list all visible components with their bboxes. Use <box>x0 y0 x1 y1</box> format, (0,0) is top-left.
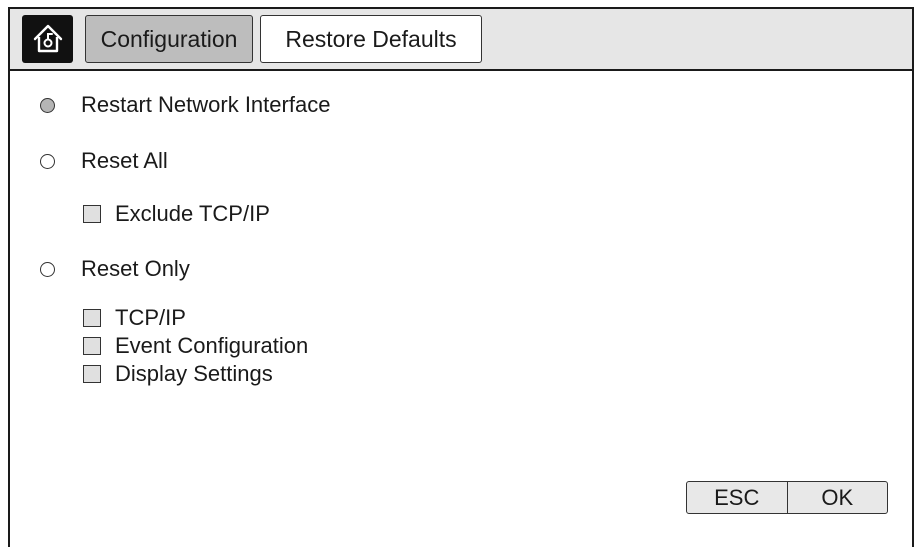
checkbox-label: Display Settings <box>115 361 273 386</box>
radio-reset-only[interactable] <box>40 261 55 277</box>
radio-restart-network[interactable] <box>40 97 55 113</box>
checkbox-box[interactable] <box>83 205 101 223</box>
header-bar: Configuration Restore Defaults <box>10 9 912 71</box>
option-label: Reset Only <box>81 256 190 281</box>
option-reset-all[interactable]: Reset All <box>40 148 168 174</box>
option-label: Restart Network Interface <box>81 92 331 117</box>
radio-reset-all[interactable] <box>40 153 55 169</box>
checkbox-event-configuration[interactable]: Event Configuration <box>83 333 308 359</box>
checkbox-label: Exclude TCP/IP <box>115 201 270 226</box>
tab-restore-defaults[interactable]: Restore Defaults <box>260 15 482 63</box>
footer-button-group: ESC OK <box>686 481 888 514</box>
home-button[interactable] <box>22 15 73 63</box>
option-restart-network-interface[interactable]: Restart Network Interface <box>40 92 330 118</box>
tab-configuration[interactable]: Configuration <box>85 15 253 63</box>
option-reset-only[interactable]: Reset Only <box>40 256 190 282</box>
checkbox-label: TCP/IP <box>115 305 186 330</box>
checkbox-box[interactable] <box>83 365 101 383</box>
checkbox-tcpip[interactable]: TCP/IP <box>83 305 186 331</box>
checkbox-exclude-tcpip[interactable]: Exclude TCP/IP <box>83 201 270 227</box>
home-icon <box>33 24 62 53</box>
ok-button[interactable]: OK <box>786 482 888 513</box>
checkbox-box[interactable] <box>83 337 101 355</box>
option-label: Reset All <box>81 148 168 173</box>
checkbox-box[interactable] <box>83 309 101 327</box>
checkbox-label: Event Configuration <box>115 333 309 358</box>
esc-button[interactable]: ESC <box>687 482 787 513</box>
checkbox-display-settings[interactable]: Display Settings <box>83 361 273 387</box>
